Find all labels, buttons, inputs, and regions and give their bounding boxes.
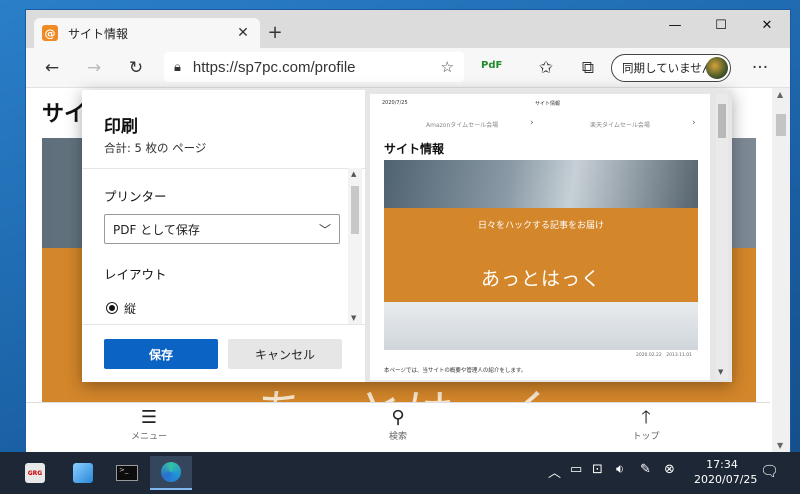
edge-icon <box>161 462 181 482</box>
address-bar[interactable]: 🔒︎ https://sp7pc.com/profile ☆ <box>164 52 464 82</box>
notepad-icon <box>73 463 93 483</box>
portrait-label: 縦 <box>124 302 137 316</box>
scroll-thumb[interactable] <box>351 186 359 234</box>
close-tab-icon[interactable]: ✕ <box>234 25 252 41</box>
refresh-icon[interactable]: ↻ <box>124 56 148 80</box>
tab-title: サイト情報 <box>68 26 129 41</box>
system-clock[interactable]: 17:34 2020/07/25 <box>694 457 758 487</box>
bottom-nav-search[interactable]: ⚲ 検索 <box>368 407 428 442</box>
taskbar-app-notepad[interactable] <box>62 456 104 490</box>
more-menu-icon[interactable]: ··· <box>748 56 772 80</box>
forward-icon[interactable]: → <box>82 56 106 80</box>
preview-scrollbar[interactable]: ▼ <box>716 94 728 380</box>
taskbar-app-terminal[interactable]: >_ <box>106 456 148 490</box>
arrow-up-icon: 🡑 <box>641 407 651 428</box>
settings-scrollbar[interactable]: ▲ ▼ <box>348 168 362 324</box>
preview-image <box>384 160 698 208</box>
bottom-nav-label: 検索 <box>388 432 407 442</box>
preview-subtitle: 日々をハックする記事をお届け <box>477 221 604 231</box>
preview-sheet: 2020/7/25 サイト情報 Amazonタイムセール会場 › 楽天タイムセー… <box>370 94 710 380</box>
avatar <box>706 57 728 79</box>
browser-toolbar: ← → ↻ 🔒︎ https://sp7pc.com/profile ☆ PdF… <box>26 48 790 88</box>
scroll-up-icon[interactable]: ▲ <box>777 90 783 99</box>
printer-value: PDF として保存 <box>113 222 200 237</box>
preview-date: 2020/7/25 <box>382 100 408 106</box>
taskbar: GRG >_ ︿ ▭ ⊡ 🔉︎ ✎ ⊗ 17:34 2020/07/25 🗨︎ <box>0 452 800 494</box>
sync-label: 同期していません <box>622 61 714 75</box>
volume-icon[interactable]: 🔉︎ <box>616 462 624 477</box>
cancel-button[interactable]: キャンセル <box>228 339 342 369</box>
clock-date: 2020/07/25 <box>694 473 758 486</box>
preview-image-2 <box>384 302 698 350</box>
preview-dates: 2020.02.22 2013.11.01 <box>635 353 692 358</box>
maximize-button[interactable]: ☐ <box>698 10 744 40</box>
pen-icon[interactable]: ✎ <box>640 462 651 477</box>
clock-time: 17:34 <box>706 458 738 471</box>
preview-body: 本ページでは、当サイトの概要や管理人の紹介をします。 <box>384 368 527 374</box>
close-window-button[interactable]: ✕ <box>744 10 790 40</box>
network-icon[interactable]: ⊡ <box>592 462 603 477</box>
back-icon[interactable]: ← <box>40 56 64 80</box>
print-settings-panel: 印刷 合計: 5 枚の ページ プリンター PDF として保存 ﹀ レイアウト … <box>82 90 366 382</box>
site-favicon-icon: @ <box>42 25 58 41</box>
scroll-thumb[interactable] <box>718 104 726 138</box>
browser-window: @ サイト情報 ✕ + — ☐ ✕ ← → ↻ 🔒︎ https://sp7pc… <box>26 10 790 452</box>
taskbar-app-edge[interactable] <box>150 456 192 490</box>
page-total: 合計: 5 枚の ページ <box>104 141 207 155</box>
bottom-nav-label: メニュー <box>130 432 167 442</box>
preview-nav-right: 楽天タイムセール会場 <box>590 122 650 129</box>
print-button-bar: 保存 キャンセル <box>82 324 366 382</box>
menu-icon: ☰ <box>140 407 158 428</box>
scroll-down-icon[interactable]: ▼ <box>777 441 783 450</box>
bottom-nav-menu[interactable]: ☰ メニュー <box>119 407 179 442</box>
profile-sync-button[interactable]: 同期していません <box>611 54 731 82</box>
scroll-up-icon[interactable]: ▲ <box>351 170 356 178</box>
chevron-right-icon: › <box>530 118 534 128</box>
preview-title: サイト情報 <box>384 142 445 156</box>
preview-big-text: あっとはっく <box>480 268 601 290</box>
notification-icon[interactable]: 🗨︎ <box>760 462 779 480</box>
search-icon: ⚲ <box>391 407 405 428</box>
favorites-list-icon[interactable]: ✩ <box>534 56 558 80</box>
battery-icon[interactable]: ▭ <box>570 462 582 477</box>
new-tab-button[interactable]: + <box>264 22 286 43</box>
page-scrollbar[interactable]: ▲ ▼ <box>772 88 790 452</box>
chevron-right-icon: › <box>692 118 696 128</box>
grg-app-icon: GRG <box>25 463 45 483</box>
taskbar-app-grg[interactable]: GRG <box>14 456 56 490</box>
preview-site-name: サイト情報 <box>535 101 561 107</box>
lock-icon: 🔒︎ <box>174 59 181 75</box>
print-title: 印刷 <box>104 117 138 137</box>
page-title: サイ <box>42 102 87 127</box>
divider <box>82 168 366 169</box>
bottom-nav-top[interactable]: 🡑 トップ <box>616 407 676 442</box>
print-preview-panel: 2020/7/25 サイト情報 Amazonタイムセール会場 › 楽天タイムセー… <box>366 90 732 382</box>
bottom-nav: ☰ メニュー ⚲ 検索 🡑 トップ <box>26 402 770 452</box>
minimize-button[interactable]: — <box>652 10 698 40</box>
terminal-icon: >_ <box>116 465 138 481</box>
ime-off-icon[interactable]: ⊗ <box>664 462 675 477</box>
collections-icon[interactable]: ⧉ <box>576 56 600 80</box>
print-dialog: 印刷 合計: 5 枚の ページ プリンター PDF として保存 ﹀ レイアウト … <box>82 90 732 382</box>
scroll-down-icon[interactable]: ▼ <box>718 368 723 376</box>
scroll-down-icon[interactable]: ▼ <box>351 314 356 322</box>
tab-bar: @ サイト情報 ✕ + — ☐ ✕ <box>26 10 790 48</box>
favorite-star-icon[interactable]: ☆ <box>441 58 454 76</box>
url-text: https://sp7pc.com/profile <box>192 58 356 76</box>
scroll-thumb[interactable] <box>776 114 786 136</box>
preview-nav-left: Amazonタイムセール会場 <box>426 122 499 129</box>
chevron-down-icon: ﹀ <box>318 222 331 237</box>
printer-select[interactable]: PDF として保存 ﹀ <box>104 214 340 244</box>
pdf-extension-icon[interactable]: PdF <box>481 60 502 71</box>
portrait-radio[interactable] <box>106 302 118 314</box>
chevron-up-icon[interactable]: ︿ <box>548 462 561 481</box>
layout-label: レイアウト <box>104 267 167 282</box>
browser-tab[interactable]: @ サイト情報 ✕ <box>34 18 260 48</box>
printer-label: プリンター <box>104 189 167 204</box>
bottom-nav-label: トップ <box>632 432 660 442</box>
preview-banner: 日々をハックする記事をお届け あっとはっく <box>384 208 698 302</box>
save-button[interactable]: 保存 <box>104 339 218 369</box>
